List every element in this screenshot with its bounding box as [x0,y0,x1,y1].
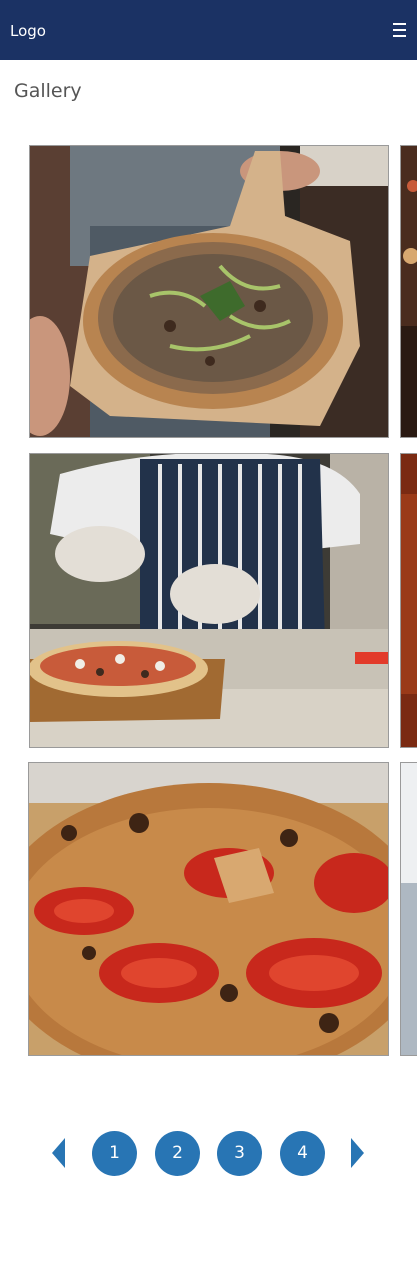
gallery-grid [0,0,417,1272]
pagination: 1 2 3 4 [0,1128,417,1178]
page-button-2[interactable]: 2 [155,1131,200,1176]
pizza-photo-partial-3[interactable] [400,762,417,1056]
pizza-on-wooden-peel-photo[interactable] [29,145,389,438]
chevron-left-icon[interactable] [52,1138,66,1168]
chef-topping-pizza-photo[interactable] [29,453,389,748]
page-button-4[interactable]: 4 [280,1131,325,1176]
page-button-3[interactable]: 3 [217,1131,262,1176]
tomato-pizza-closeup-photo[interactable] [28,762,389,1056]
chevron-right-icon[interactable] [350,1138,364,1168]
pizza-photo-partial-1[interactable] [400,145,417,438]
page-button-1[interactable]: 1 [92,1131,137,1176]
pizza-photo-partial-2[interactable] [400,453,417,748]
